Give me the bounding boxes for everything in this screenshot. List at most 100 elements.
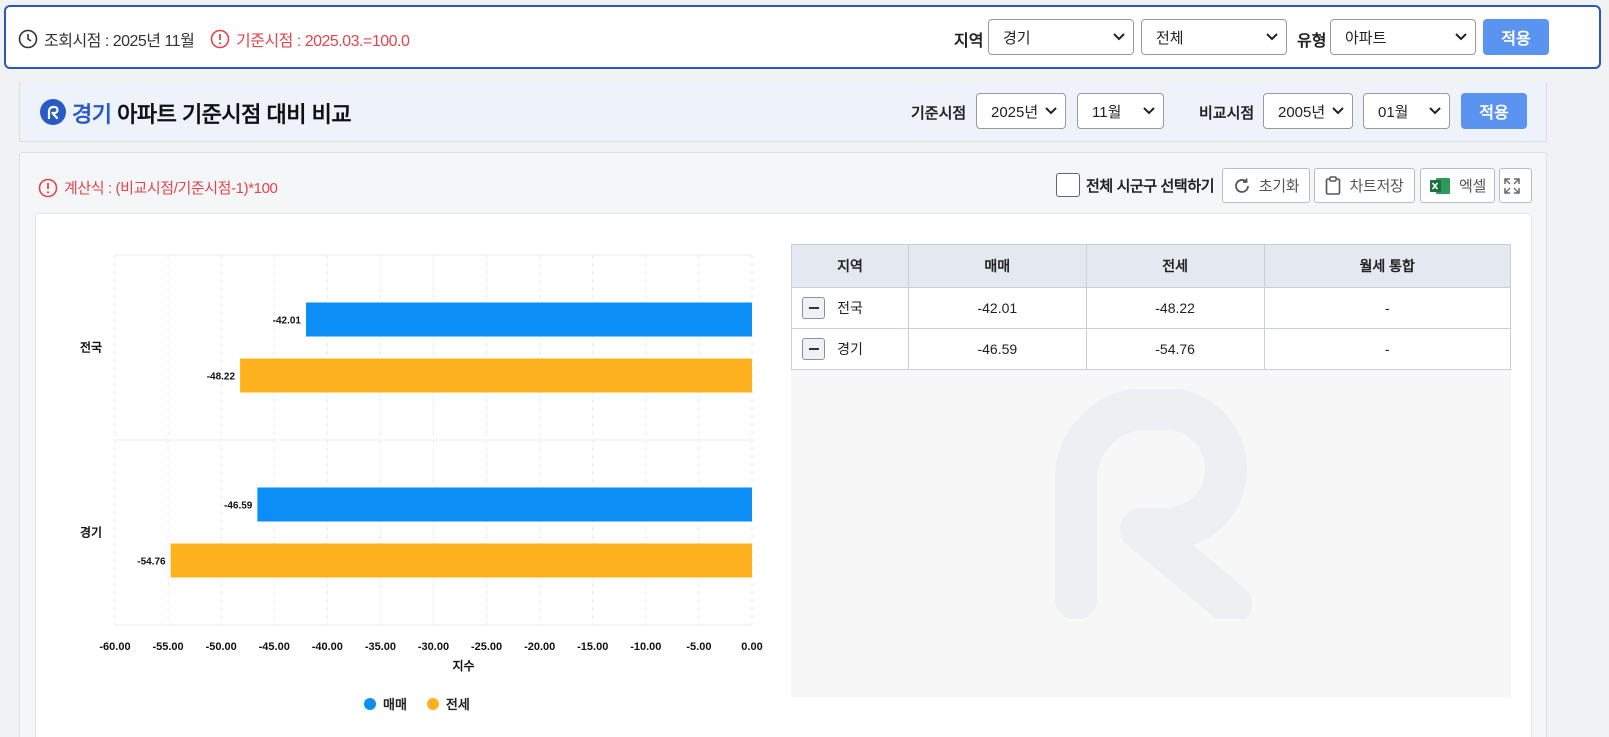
filter-bar: 조회시점 : 2025년 11월 기준시점 : 2025.03.=100.0 지… (4, 5, 1601, 69)
formula-text: 계산식 : (비교시점/기준시점-1)*100 (64, 180, 278, 197)
table-cell-monthly: - (1263, 328, 1511, 370)
compare-month-value: 01월 (1378, 103, 1409, 121)
region-select-value: 경기 (1003, 29, 1031, 47)
data-label: -46.59 (224, 501, 253, 512)
chevron-down-icon (1455, 33, 1467, 41)
r-watermark-icon (1055, 389, 1252, 619)
period-apply-button[interactable]: 적용 (1461, 93, 1527, 129)
x-tick-label: -10.00 (630, 641, 661, 653)
reset-label: 초기화 (1258, 178, 1300, 195)
x-tick-label: -40.00 (312, 641, 343, 653)
comparison-table: 지역 매매 전세 월세 통합 전국 -42.01 -48.22 - 경기 -46… (791, 244, 1511, 370)
col-header-region: 지역 (791, 244, 909, 288)
base-date-text: 기준시점 : 2025.03.=100.0 (236, 33, 410, 50)
table-cell-region: 경기 (791, 328, 909, 370)
minus-icon (808, 307, 819, 309)
collapse-row-button[interactable] (802, 297, 825, 319)
compare-year-select[interactable]: 2005년 (1263, 93, 1353, 129)
content-card: 계산식 : (비교시점/기준시점-1)*100 전체 시군구 선택하기 초기화 … (19, 152, 1547, 737)
x-tick-label: -50.00 (206, 641, 237, 653)
expand-icon (1503, 177, 1520, 194)
alert-icon (38, 178, 58, 197)
table-cell-sale: -46.59 (907, 328, 1087, 370)
subregion-select-value: 전체 (1156, 29, 1184, 47)
chevron-down-icon (1143, 107, 1155, 115)
col-header-jeonse: 전세 (1085, 244, 1265, 288)
save-chart-button[interactable]: 차트저장 (1314, 168, 1415, 203)
data-label: -42.01 (273, 316, 302, 327)
minus-icon (808, 348, 819, 350)
region-select[interactable]: 경기 (988, 19, 1134, 55)
legend-item-jeonse[interactable]: 전세 (426, 694, 470, 713)
compare-period-label: 비교시점 (1199, 105, 1255, 122)
x-tick-label: -60.00 (99, 641, 130, 653)
bar-sale (257, 487, 752, 522)
bar-jeonse (240, 358, 752, 393)
legend-label-sale: 매매 (383, 697, 407, 712)
x-tick-label: 0.00 (741, 641, 762, 653)
reset-button[interactable]: 초기화 (1222, 168, 1310, 203)
legend-label-jeonse: 전세 (445, 697, 470, 712)
table-cell-jeonse: -54.76 (1085, 328, 1265, 370)
legend-item-sale[interactable]: 매매 (364, 694, 407, 713)
table-cell-region-text: 경기 (837, 341, 863, 357)
data-label: -54.76 (137, 557, 166, 568)
x-tick-label: -35.00 (365, 641, 396, 653)
chart-legend: 매매 전세 (364, 694, 490, 713)
alert-icon (210, 29, 230, 49)
collapse-row-button[interactable] (802, 338, 825, 360)
type-select[interactable]: 아파트 (1330, 19, 1476, 55)
refresh-icon (1234, 178, 1249, 193)
formula-note: 계산식 : (비교시점/기준시점-1)*100 (38, 177, 278, 198)
x-tick-label: -20.00 (524, 641, 555, 653)
clipboard-icon (1326, 176, 1341, 195)
data-label: -48.22 (207, 372, 236, 383)
excel-button[interactable]: 엑셀 (1420, 168, 1495, 203)
base-year-value: 2025년 (991, 103, 1039, 121)
table-cell-jeonse: -48.22 (1085, 287, 1265, 329)
col-header-sale: 매매 (907, 244, 1087, 288)
table-cell-monthly: - (1263, 287, 1511, 329)
table-row: 전국 -42.01 -48.22 - (791, 287, 1511, 329)
base-date: 기준시점 : 2025.03.=100.0 (210, 27, 410, 51)
select-all-districts[interactable]: 전체 시군구 선택하기 (1056, 173, 1215, 197)
chevron-down-icon (1113, 33, 1125, 41)
chevron-down-icon (1332, 107, 1344, 115)
page-title-region: 경기 (72, 102, 112, 127)
compare-year-value: 2005년 (1278, 103, 1326, 121)
table-header-row: 지역 매매 전세 월세 통합 (791, 244, 1511, 288)
apply-button[interactable]: 적용 (1483, 19, 1549, 55)
compare-month-select[interactable]: 01월 (1363, 93, 1450, 129)
x-tick-label: -25.00 (471, 641, 502, 653)
table-row: 경기 -46.59 -54.76 - (791, 328, 1511, 370)
table-cell-sale: -42.01 (907, 287, 1087, 329)
chevron-down-icon (1045, 107, 1057, 115)
base-month-select[interactable]: 11월 (1077, 93, 1164, 129)
save-chart-label: 차트저장 (1349, 178, 1404, 195)
legend-dot-jeonse (426, 697, 439, 710)
bar-chart: -60.00 -55.00 -50.00 -45.00 -40.00 -35.00 -30.… (80, 254, 763, 673)
category-label: 경기 (80, 525, 102, 540)
lookup-date-text: 조회시점 : 2025년 11월 (44, 33, 195, 50)
col-header-monthly: 월세 통합 (1263, 244, 1511, 288)
table-cell-region: 전국 (791, 287, 909, 329)
x-tick-label: -55.00 (152, 641, 183, 653)
bar-sale (305, 302, 752, 337)
base-year-select[interactable]: 2025년 (976, 93, 1066, 129)
type-label: 유형 (1297, 33, 1327, 50)
excel-label: 엑셀 (1458, 178, 1486, 195)
subregion-select[interactable]: 전체 (1141, 19, 1287, 55)
fullscreen-button[interactable] (1499, 168, 1532, 203)
clock-icon (18, 29, 38, 49)
excel-icon (1429, 177, 1450, 194)
category-label: 전국 (80, 340, 102, 355)
x-tick-label: -30.00 (418, 641, 449, 653)
base-month-value: 11월 (1092, 103, 1122, 121)
base-period-label: 기준시점 (911, 105, 967, 122)
x-tick-label: -15.00 (577, 641, 608, 653)
select-all-label: 전체 시군구 선택하기 (1086, 177, 1215, 195)
x-axis-title: 지수 (452, 658, 474, 673)
select-all-checkbox[interactable] (1056, 173, 1080, 197)
chevron-down-icon (1266, 33, 1278, 41)
page-title-text: 아파트 기준시점 대비 비교 (117, 102, 352, 127)
